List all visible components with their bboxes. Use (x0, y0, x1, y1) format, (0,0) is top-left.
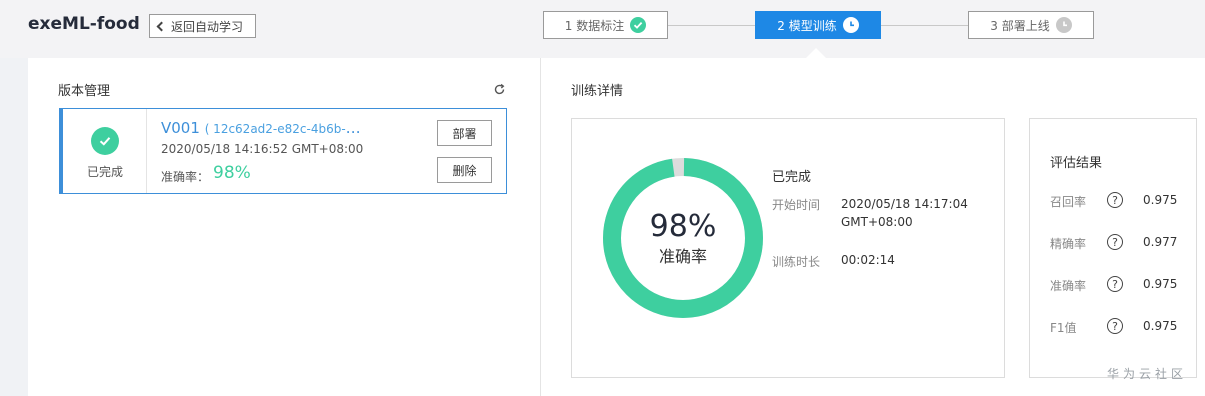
status-text: 已完成 (86, 165, 123, 179)
version-card[interactable]: 已完成 V001 ( 12c62ad2-e82c-4b6b-b6... 2020… (59, 108, 507, 194)
duration-label: 训练时长 (772, 255, 821, 269)
duration-value: 00:02:14 (841, 253, 895, 267)
start-time-value: 2020/05/18 14:17:04 GMT+08:00 (841, 195, 968, 231)
back-to-automl-button[interactable]: 返回自动学习 (149, 14, 256, 38)
step-connector (881, 25, 968, 26)
version-management-panel: 版本管理 已完成 V001 ( 12c62ad2-e82c-4b6b-b6...… (28, 58, 540, 396)
app-title: exeML-food (28, 14, 140, 34)
help-icon[interactable]: ? (1107, 318, 1123, 334)
version-time: 2020/05/18 14:16:52 GMT+08:00 (161, 142, 364, 156)
donut-label: 准确率 (658, 247, 707, 266)
check-icon (630, 17, 647, 33)
metric-value-precision: 0.977 (1143, 235, 1178, 249)
metric-value-recall: 0.975 (1143, 193, 1178, 207)
donut-percent: 98% (649, 209, 717, 244)
training-panel-title: 训练详情 (571, 84, 624, 99)
delete-button[interactable]: 删除 (437, 157, 492, 183)
start-time-label: 开始时间 (772, 198, 821, 212)
start-time-timezone: GMT+08:00 (841, 215, 913, 229)
version-status: 已完成 (63, 109, 147, 193)
clock-icon (1055, 17, 1072, 33)
step-data-labeling[interactable]: 1 数据标注 (543, 11, 668, 39)
step-deploy[interactable]: 3 部署上线 (968, 11, 1094, 39)
metric-label-f1: F1值 (1050, 321, 1077, 335)
help-icon[interactable]: ? (1107, 276, 1123, 292)
metric-label-accuracy: 准确率 (1050, 279, 1087, 293)
step-label: 1 数据标注 (564, 18, 625, 33)
watermark: 华为云社区 (1107, 367, 1188, 381)
active-step-pointer (806, 48, 826, 58)
accuracy-label: 准确率： (161, 170, 210, 184)
version-id: ( 12c62ad2-e82c-4b6b-b6... (204, 122, 366, 136)
step-connector (668, 25, 755, 26)
help-icon[interactable]: ? (1107, 234, 1123, 250)
check-circle-icon (91, 127, 119, 155)
metric-value-accuracy: 0.975 (1143, 277, 1178, 291)
version-panel-title: 版本管理 (58, 84, 111, 99)
step-label: 2 模型训练 (777, 18, 837, 33)
training-summary-box: 98% 准确率 已完成 开始时间 2020/05/18 14:17:04 GMT… (571, 118, 1005, 378)
deploy-button[interactable]: 部署 (437, 120, 492, 146)
back-button-label: 返回自动学习 (171, 19, 244, 34)
clock-icon (842, 17, 859, 33)
evaluation-results-box: 评估结果 召回率 ? 0.975 精确率 ? 0.977 准确率 ? 0.975… (1029, 118, 1197, 378)
accuracy-value: 98% (213, 163, 251, 183)
refresh-icon[interactable] (493, 81, 506, 100)
step-model-training[interactable]: 2 模型训练 (755, 11, 881, 39)
metric-label-recall: 召回率 (1050, 195, 1087, 209)
metric-value-f1: 0.975 (1143, 319, 1178, 333)
training-details-panel: 训练详情 98% 准确率 已完成 开始时间 2020/05/18 14:17:0… (541, 58, 1205, 396)
help-icon[interactable]: ? (1107, 192, 1123, 208)
step-label: 3 部署上线 (990, 18, 1050, 33)
version-name-link[interactable]: V001 ( 12c62ad2-e82c-4b6b-b6... (161, 119, 366, 137)
top-bar: exeML-food 返回自动学习 1 数据标注 2 模型训练 3 部署上线 (0, 0, 1205, 58)
start-time-date: 2020/05/18 14:17:04 (841, 197, 968, 211)
training-status: 已完成 (772, 170, 812, 185)
evaluation-title: 评估结果 (1050, 156, 1103, 171)
version-number: V001 (161, 119, 200, 137)
chevron-left-icon (156, 21, 167, 32)
metric-label-precision: 精确率 (1050, 237, 1087, 251)
